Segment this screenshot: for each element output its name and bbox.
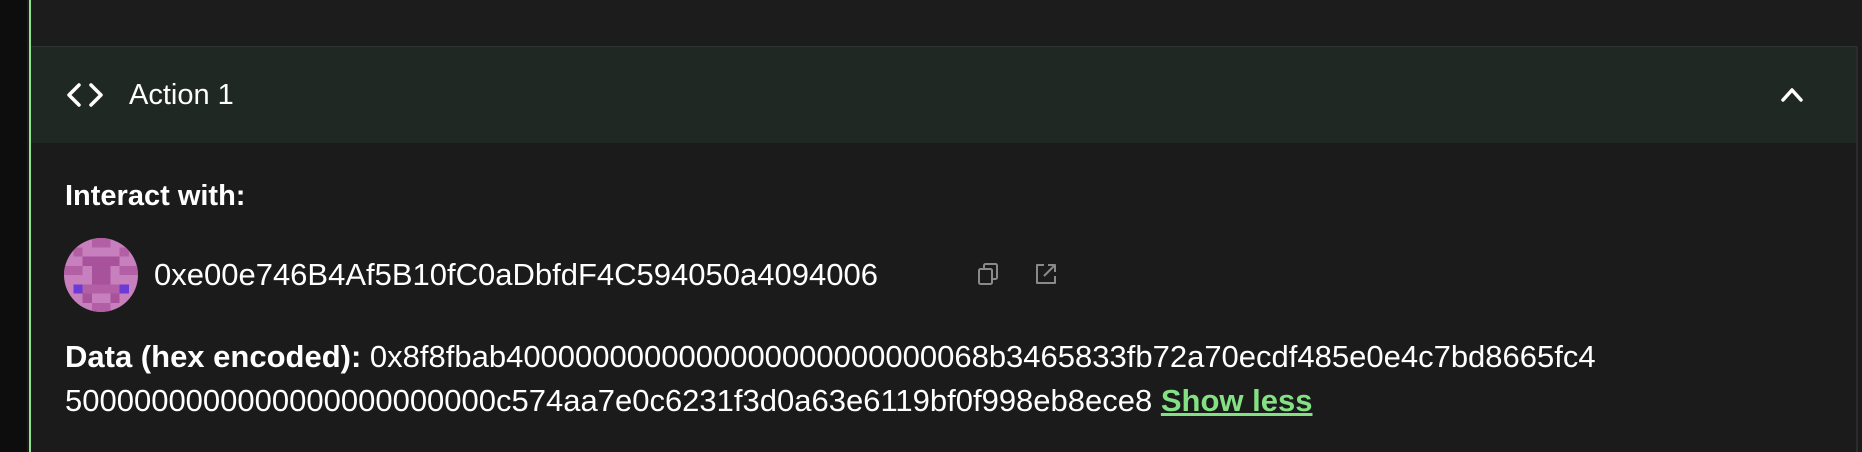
- address-avatar: [64, 238, 138, 312]
- interact-with-label: Interact with:: [65, 180, 246, 212]
- action-header[interactable]: Action 1: [31, 46, 1856, 143]
- hex-data-value-line1: 0x8f8fbab4000000000000000000000000068b34…: [369, 339, 1596, 374]
- page: Action 1 Interact with: 0xe00e746B4Af5B1…: [0, 0, 1862, 452]
- external-link-icon[interactable]: [1031, 259, 1061, 289]
- chevron-up-icon[interactable]: [1777, 80, 1807, 110]
- panel-right-border: [1856, 46, 1858, 452]
- hex-data-value-line2: 5000000000000000000000000c574aa7e0c6231f…: [65, 383, 1153, 418]
- hex-data: Data (hex encoded): 0x8f8fbab40000000000…: [65, 335, 1855, 423]
- previous-section: [31, 0, 1862, 46]
- hex-data-label: Data (hex encoded):: [65, 339, 362, 374]
- copy-icon[interactable]: [974, 259, 1004, 289]
- contract-address: 0xe00e746B4Af5B10fC0aDbfdF4C594050a40940…: [154, 257, 878, 292]
- show-less-link[interactable]: Show less: [1161, 383, 1313, 418]
- code-icon: [67, 83, 103, 107]
- action-title: Action 1: [129, 79, 234, 111]
- action-details: Interact with: 0xe00e746B4Af5B10fC0aDbfd…: [31, 143, 1856, 452]
- left-panel: [0, 0, 27, 452]
